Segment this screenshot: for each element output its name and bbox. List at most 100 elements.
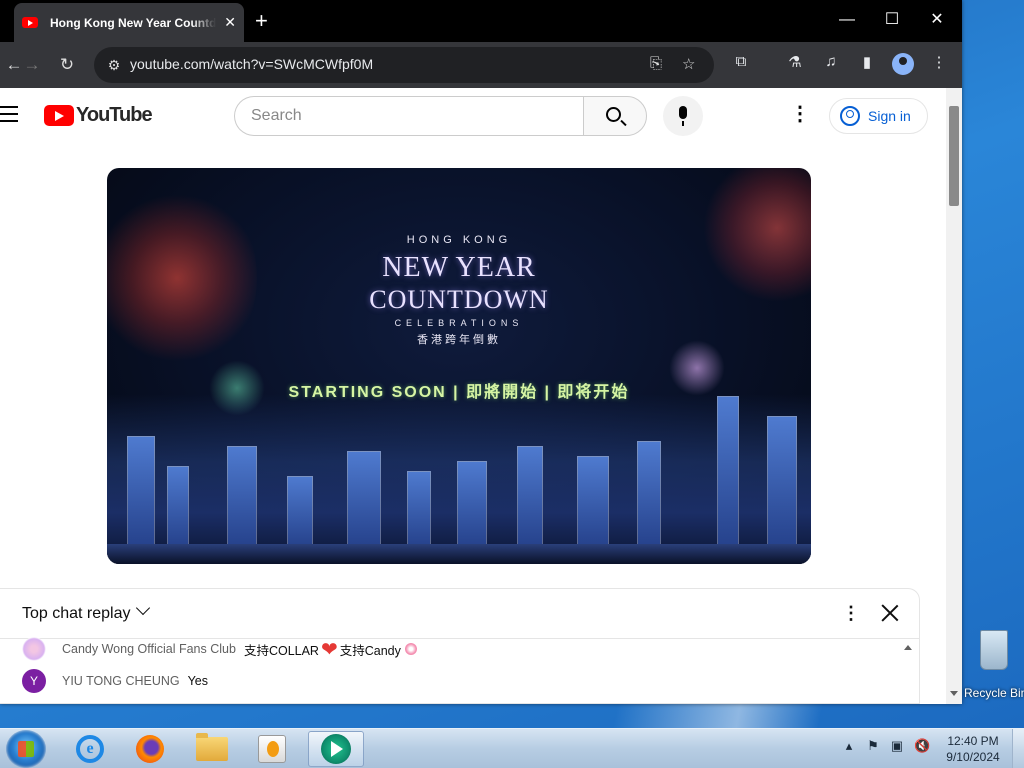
chat-message: Y YIU TONG CHEUNG Yes bbox=[22, 669, 208, 693]
network-icon[interactable]: ▣ bbox=[890, 739, 904, 753]
building-graphic bbox=[577, 456, 609, 546]
address-url[interactable]: youtube.com/watch?v=SWcMCWfpf0M bbox=[130, 56, 373, 72]
search-input[interactable] bbox=[251, 107, 571, 125]
media-control-icon[interactable]: ♫ bbox=[820, 53, 842, 70]
browser-tab-active[interactable]: Hong Kong New Year Countdown Celebration… bbox=[14, 3, 244, 42]
youtube-header: YouTube ⋮ Sign in bbox=[0, 88, 946, 144]
extensions-icon[interactable]: ⧉ bbox=[730, 53, 752, 70]
building-graphic bbox=[767, 416, 797, 546]
city-skyline-graphic bbox=[107, 394, 811, 564]
chat-mode-selector[interactable]: Top chat replay bbox=[22, 605, 131, 623]
video-title-line-2: NEW YEAR bbox=[382, 252, 536, 283]
tab-title: Hong Kong New Year Countdown Celebration… bbox=[50, 15, 217, 30]
avatar: Y bbox=[22, 669, 46, 693]
video-title-line-3: COUNTDOWN bbox=[369, 285, 549, 314]
building-graphic bbox=[407, 471, 431, 546]
side-panel-icon[interactable]: ▮ bbox=[856, 53, 878, 71]
internet-explorer-taskbar-button[interactable]: e bbox=[62, 731, 118, 767]
recycle-bin-label: Recycle Bin bbox=[964, 686, 1024, 700]
chat-text: 支持COLLAR bbox=[243, 643, 319, 658]
video-title-line-5: 香港跨年倒數 bbox=[417, 334, 501, 346]
system-tray: ▴ ⚑ ▣ 🔇 bbox=[842, 739, 930, 753]
chat-author[interactable]: YIU TONG CHEUNG bbox=[62, 674, 180, 688]
taskbar: e ▴ ⚑ ▣ 🔇 12:40 PM 9/10/2024 bbox=[0, 728, 1024, 768]
internet-explorer-icon: e bbox=[76, 735, 104, 763]
chat-text: Yes bbox=[187, 674, 209, 688]
browser-toolbar: ← → ↻ ⚙ youtube.com/watch?v=SWcMCWfpf0M … bbox=[0, 42, 962, 88]
video-player[interactable]: HONG KONG NEW YEAR COUNTDOWN CELEBRATION… bbox=[107, 168, 811, 564]
recycle-bin[interactable]: Recycle Bin bbox=[964, 630, 1024, 702]
account-icon bbox=[840, 106, 860, 126]
guide-menu-icon[interactable] bbox=[0, 106, 18, 122]
file-explorer-taskbar-button[interactable] bbox=[184, 731, 240, 767]
start-button[interactable] bbox=[6, 730, 46, 768]
taskbar-clock[interactable]: 12:40 PM 9/10/2024 bbox=[938, 733, 1008, 765]
voice-search-button[interactable] bbox=[663, 96, 703, 136]
show-hidden-icons-icon[interactable]: ▴ bbox=[842, 739, 856, 753]
recycle-bin-icon bbox=[980, 630, 1008, 670]
harbour-water-graphic bbox=[107, 544, 811, 564]
search-box[interactable] bbox=[234, 96, 584, 136]
browser-titlebar: Hong Kong New Year Countdown Celebration… bbox=[0, 0, 962, 42]
building-graphic bbox=[717, 396, 739, 546]
search-button[interactable] bbox=[583, 96, 647, 136]
new-tab-icon[interactable]: + bbox=[255, 8, 268, 34]
video-status-text: STARTING SOON | 即將開始 | 即将开始 bbox=[288, 384, 630, 401]
media-player-icon bbox=[258, 735, 286, 763]
video-title-line-4: CELEBRATIONS bbox=[394, 318, 524, 328]
clock-time: 12:40 PM bbox=[947, 734, 999, 748]
youtube-logo[interactable]: YouTube bbox=[44, 104, 153, 127]
youtube-logo-icon bbox=[44, 105, 74, 126]
youtube-logo-text: YouTube bbox=[76, 104, 153, 126]
chat-scroll-up-icon[interactable] bbox=[904, 645, 912, 650]
building-graphic bbox=[127, 436, 155, 546]
sign-in-button[interactable]: Sign in bbox=[829, 98, 928, 134]
action-center-flag-icon[interactable]: ⚑ bbox=[866, 739, 880, 753]
clock-date: 9/10/2024 bbox=[946, 750, 1000, 764]
building-graphic bbox=[457, 461, 487, 546]
chat-message: Candy Wong Official Fans Club 支持COLLAR ❤… bbox=[22, 637, 417, 661]
volume-muted-icon[interactable]: 🔇 bbox=[914, 739, 930, 753]
firefox-icon bbox=[136, 735, 164, 763]
search-icon bbox=[606, 107, 621, 122]
live-chat-panel: Top chat replay ⋮ Candy Wong Official Fa… bbox=[0, 588, 920, 704]
site-info-icon[interactable]: ⚙ bbox=[104, 55, 124, 75]
avatar bbox=[22, 637, 46, 661]
bookmark-star-icon[interactable]: ☆ bbox=[682, 55, 695, 73]
address-bar[interactable]: ⚙ youtube.com/watch?v=SWcMCWfpf0M ⎘ ☆ bbox=[94, 47, 714, 83]
show-desktop-button[interactable] bbox=[1012, 729, 1024, 768]
chat-close-icon[interactable] bbox=[878, 601, 902, 625]
media-player-taskbar-button[interactable] bbox=[244, 731, 300, 767]
firefox-taskbar-button[interactable] bbox=[122, 731, 178, 767]
install-app-icon[interactable]: ⎘ bbox=[650, 55, 662, 72]
youtube-favicon-icon bbox=[22, 17, 38, 28]
window-close-icon[interactable]: ✕ bbox=[914, 6, 960, 34]
reload-icon[interactable]: ↻ bbox=[53, 51, 81, 79]
page-scrollbar[interactable] bbox=[946, 88, 962, 704]
chrome-menu-icon[interactable]: ⋮ bbox=[928, 53, 950, 71]
forward-icon[interactable]: → bbox=[18, 51, 46, 79]
minimize-icon[interactable]: — bbox=[824, 6, 870, 34]
maximize-icon[interactable]: ☐ bbox=[869, 6, 915, 34]
scroll-down-icon[interactable] bbox=[950, 691, 958, 696]
chat-text: 支持Candy bbox=[339, 643, 401, 658]
heart-emoji-icon: ❤ bbox=[320, 638, 338, 661]
settings-kebab-icon[interactable]: ⋮ bbox=[790, 104, 810, 126]
chat-author[interactable]: Candy Wong Official Fans Club bbox=[62, 642, 236, 656]
building-graphic bbox=[517, 446, 543, 546]
active-app-taskbar-button[interactable] bbox=[308, 731, 364, 767]
building-graphic bbox=[637, 441, 661, 546]
sign-in-label: Sign in bbox=[868, 108, 911, 124]
labs-icon[interactable]: ⚗ bbox=[784, 53, 806, 71]
scrollbar-thumb[interactable] bbox=[949, 106, 959, 206]
app-play-icon bbox=[321, 734, 351, 764]
video-title-line-1: HONG KONG bbox=[406, 234, 512, 246]
folder-icon bbox=[196, 733, 228, 761]
chevron-down-icon[interactable] bbox=[135, 600, 151, 616]
tab-close-icon[interactable]: ✕ bbox=[224, 14, 236, 31]
chat-kebab-icon[interactable]: ⋮ bbox=[842, 601, 860, 625]
building-graphic bbox=[347, 451, 381, 546]
profile-avatar-icon[interactable] bbox=[892, 53, 914, 75]
building-graphic bbox=[167, 466, 189, 546]
chat-header: Top chat replay ⋮ bbox=[0, 589, 919, 639]
